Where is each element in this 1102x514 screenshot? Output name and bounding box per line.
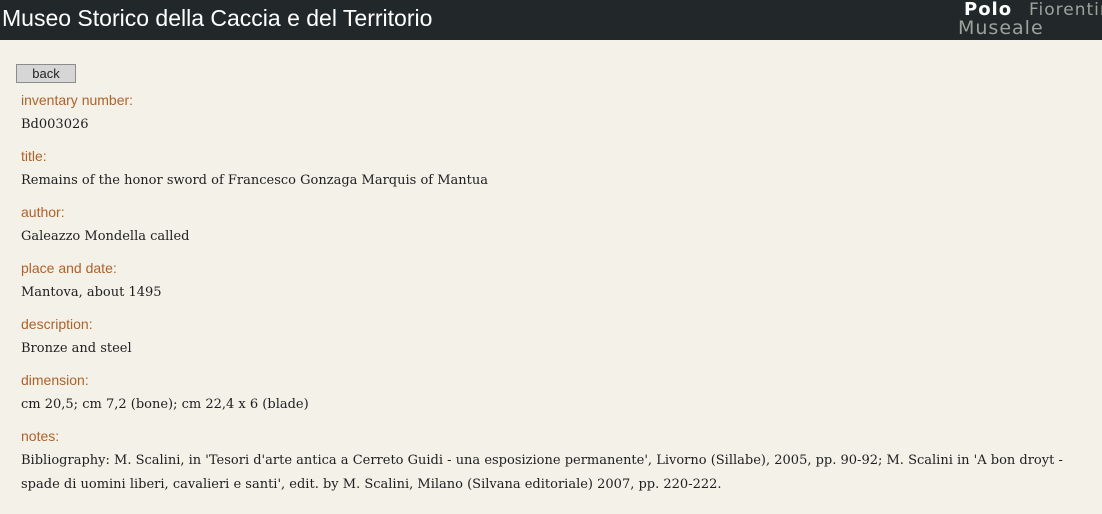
site-header: Museo Storico della Caccia e del Territo… bbox=[0, 0, 1102, 40]
field-notes: notes: Bibliography: M. Scalini, in 'Tes… bbox=[21, 427, 1096, 497]
polo-museale-logo[interactable]: Polo Fiorentino Museale bbox=[958, 0, 1102, 40]
field-label: dimension: bbox=[21, 372, 89, 388]
record-details: inventary number: Bd003026 title: Remain… bbox=[21, 91, 1096, 507]
field-label: title: bbox=[21, 148, 47, 164]
back-button[interactable]: back bbox=[16, 64, 76, 83]
field-value: Galeazzo Mondella called bbox=[21, 229, 190, 244]
field-value: Remains of the honor sword of Francesco … bbox=[21, 173, 489, 188]
field-label: place and date: bbox=[21, 260, 117, 276]
field-title: title: Remains of the honor sword of Fra… bbox=[21, 147, 1096, 193]
site-title: Museo Storico della Caccia e del Territo… bbox=[2, 5, 433, 31]
field-value: Bibliography: M. Scalini, in 'Tesori d'a… bbox=[21, 453, 1063, 492]
field-label: description: bbox=[21, 316, 93, 332]
field-dimension: dimension: cm 20,5; cm 7,2 (bone); cm 22… bbox=[21, 371, 1096, 417]
field-label: notes: bbox=[21, 428, 60, 444]
field-label: author: bbox=[21, 204, 65, 220]
logo-museale-text: Museale bbox=[958, 17, 1044, 39]
field-value: Bronze and steel bbox=[21, 341, 132, 356]
field-value: Mantova, about 1495 bbox=[21, 285, 162, 300]
field-value: Bd003026 bbox=[21, 117, 89, 132]
field-description: description: Bronze and steel bbox=[21, 315, 1096, 361]
field-label: inventary number: bbox=[21, 92, 134, 108]
field-value: cm 20,5; cm 7,2 (bone); cm 22,4 x 6 (bla… bbox=[21, 397, 309, 412]
field-place-and-date: place and date: Mantova, about 1495 bbox=[21, 259, 1096, 305]
field-author: author: Galeazzo Mondella called bbox=[21, 203, 1096, 249]
field-inventory-number: inventary number: Bd003026 bbox=[21, 91, 1096, 137]
